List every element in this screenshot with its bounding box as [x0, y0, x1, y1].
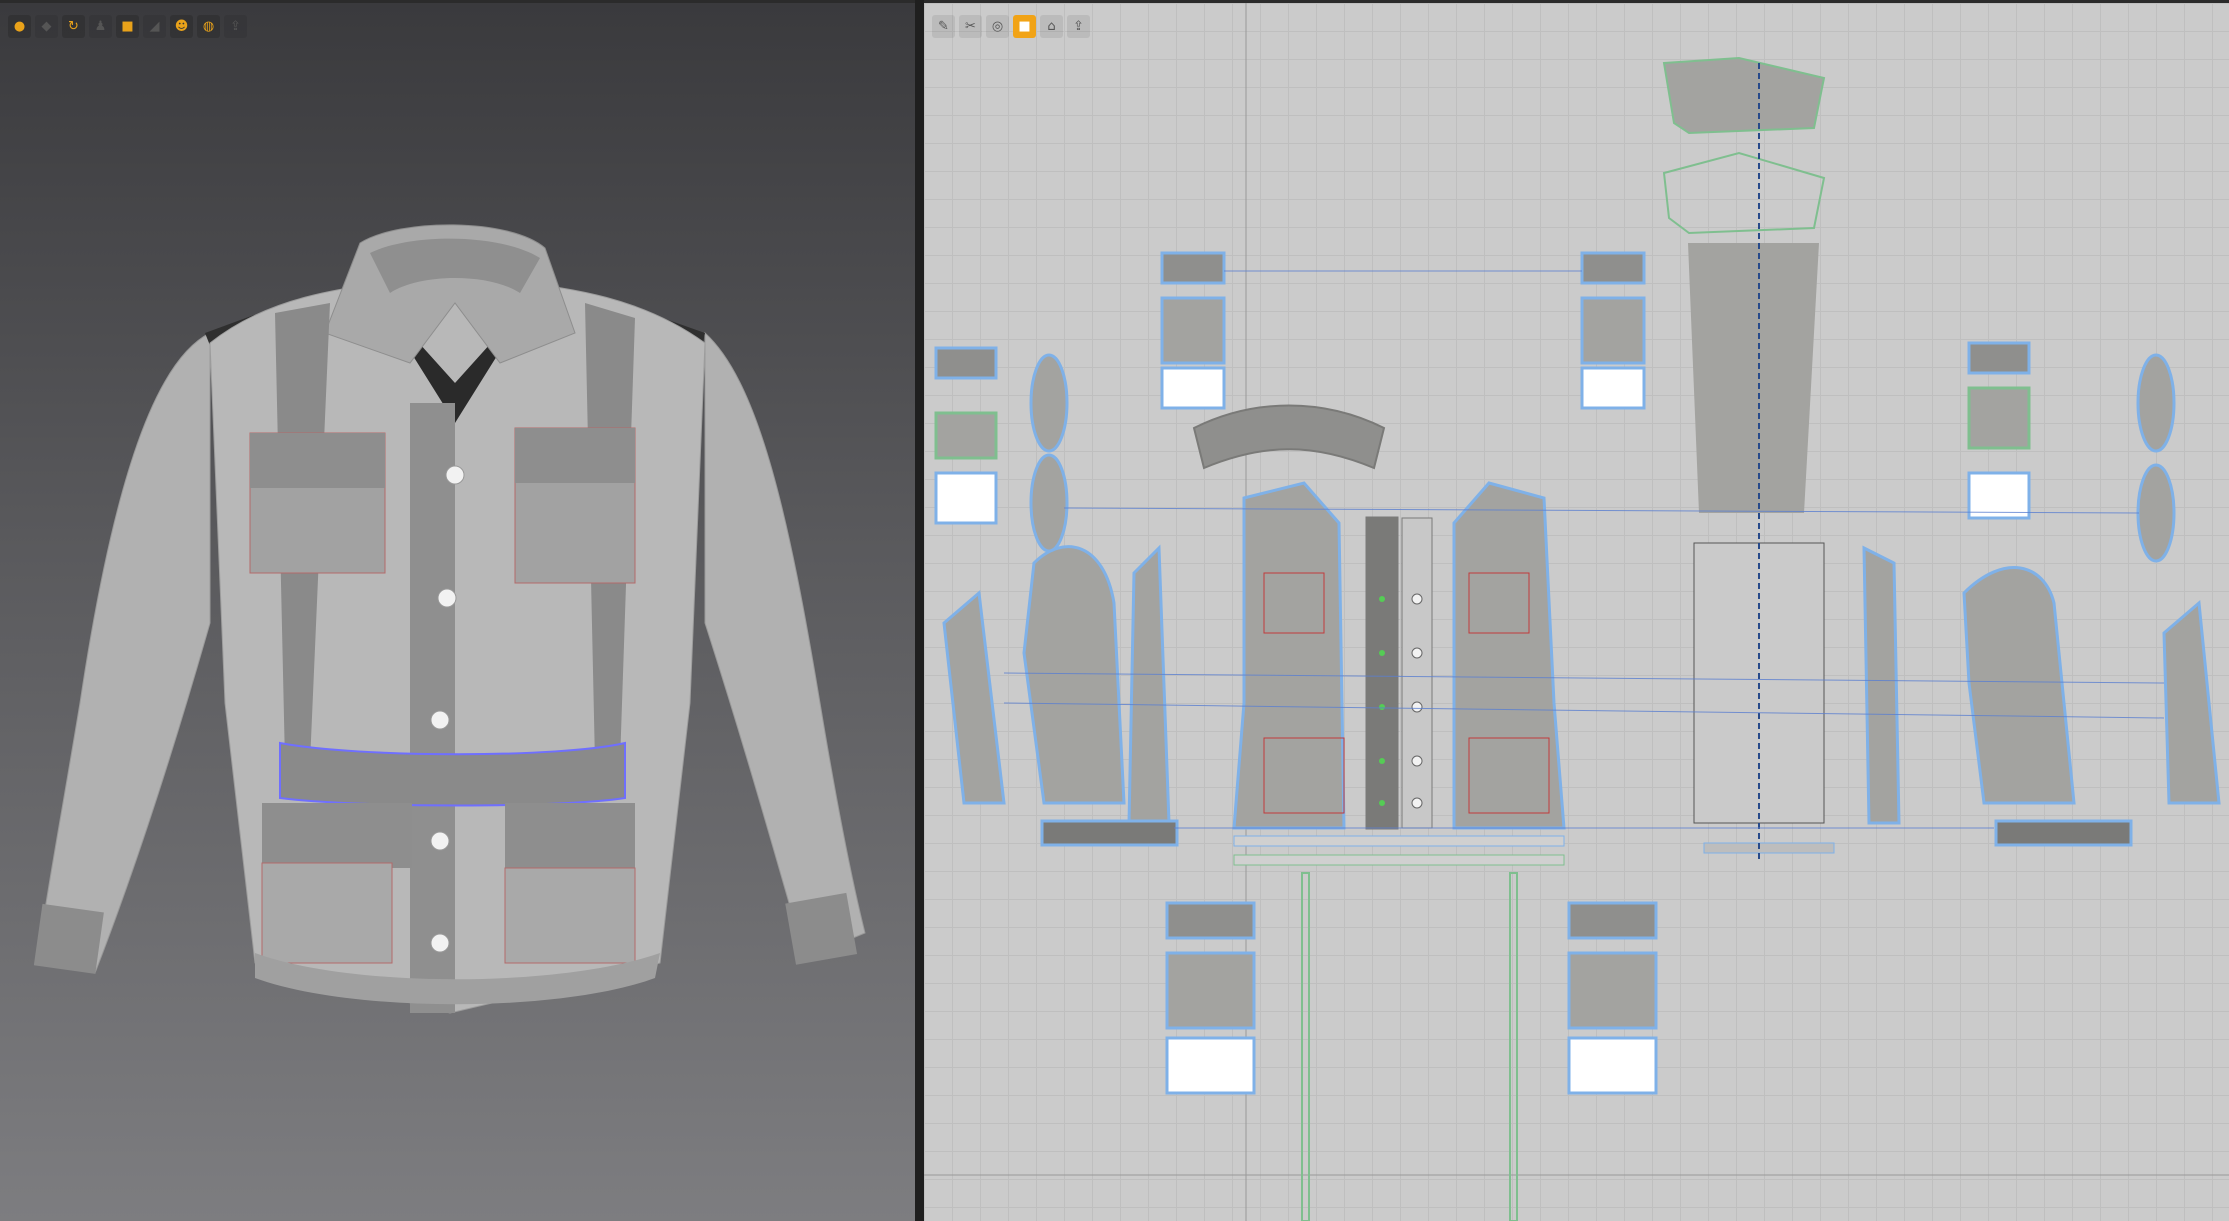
left-lower-pocket	[261, 862, 393, 964]
side-tab-right-2	[1967, 386, 2031, 450]
pencil-icon[interactable]: ✎	[932, 15, 955, 38]
back-yoke-lining	[1662, 151, 1826, 235]
right-lower-pocket	[504, 867, 636, 964]
back-yoke-piece	[1662, 56, 1826, 135]
left-sleeve-piece	[1022, 545, 1126, 805]
side-tab-left	[934, 346, 998, 380]
right-sleeve-piece	[1962, 566, 2076, 805]
seam-icon[interactable]: ◎	[986, 15, 1009, 38]
belt-strip-right	[1509, 872, 1518, 1221]
pattern-layout[interactable]	[924, 3, 2229, 1221]
right-lower-pocket-flap	[505, 803, 635, 873]
button-5	[430, 933, 450, 953]
belt-strip-left	[1301, 872, 1310, 1221]
elbow-patch-right	[2136, 353, 2176, 453]
pane-splitter[interactable]	[915, 0, 924, 1221]
pocket-3	[1165, 951, 1256, 1030]
right-cuff	[785, 892, 858, 965]
elbow-patch-left-2	[1029, 453, 1069, 553]
collar-piece	[1192, 404, 1386, 470]
3d-viewport[interactable]: ● ◆ ↻ ♟ ■ ◢ ☻ ◍ ⇪	[0, 3, 915, 1221]
front-placket-piece	[1365, 516, 1399, 830]
right-under-sleeve	[2162, 599, 2221, 805]
left-sleeve	[39, 332, 211, 974]
right-side-panel	[1862, 545, 1901, 825]
left-front-panel	[1232, 481, 1346, 830]
pocket-lining-2	[1580, 366, 1646, 410]
side-tab-right	[1967, 341, 2031, 375]
left-cuff	[33, 903, 104, 974]
pocket-1	[1160, 296, 1226, 365]
left-side-panel	[1127, 544, 1171, 825]
button-3	[430, 710, 450, 730]
button-4	[430, 831, 450, 851]
jacket-3d-render[interactable]	[0, 3, 915, 1221]
button-2	[437, 588, 457, 608]
waistband-strip-1	[1233, 835, 1565, 847]
left-lower-pocket-flap	[262, 803, 412, 868]
side-tab-left-3	[934, 471, 998, 525]
pocket-2	[1580, 296, 1646, 365]
pocket-flap-1	[1160, 251, 1226, 285]
elbow-patch-right-2	[2136, 463, 2176, 563]
elbow-patch-left	[1029, 353, 1069, 453]
2d-toolbar: ✎ ✂ ◎ ■ ⌂ ⇪	[932, 15, 1090, 38]
pattern-edit-icon[interactable]: ✂	[959, 15, 982, 38]
pocket-lining-4	[1567, 1036, 1658, 1095]
pocket-flap-4	[1567, 901, 1658, 940]
front-placket	[410, 403, 455, 1013]
pocket-flap-2	[1580, 251, 1646, 285]
export-icon[interactable]: ⇪	[1067, 15, 1090, 38]
pocket-lining-3	[1165, 1036, 1256, 1095]
left-pocket-flap	[250, 433, 385, 488]
right-pocket-flap	[515, 428, 635, 483]
lock-icon[interactable]: ⌂	[1040, 15, 1063, 38]
front-facing-piece	[1401, 517, 1433, 829]
left-cuff-piece	[1040, 819, 1179, 847]
right-cuff-piece	[1994, 819, 2133, 847]
pocket-flap-3	[1165, 901, 1256, 940]
button-1	[445, 465, 465, 485]
waistband-strip-2	[1233, 854, 1565, 866]
right-front-panel	[1452, 481, 1566, 830]
back-body-piece	[1688, 243, 1819, 513]
right-sleeve	[704, 331, 866, 959]
pocket-lining-1	[1160, 366, 1226, 410]
side-tab-right-3	[1967, 471, 2031, 520]
side-tab-left-2	[934, 411, 998, 460]
left-under-sleeve	[942, 590, 1006, 805]
pocket-4	[1567, 951, 1658, 1030]
2d-pattern-window[interactable]: ✎ ✂ ◎ ■ ⌂ ⇪	[924, 3, 2229, 1221]
texture-icon[interactable]: ■	[1013, 15, 1036, 38]
back-waistband-strip	[1703, 842, 1835, 854]
